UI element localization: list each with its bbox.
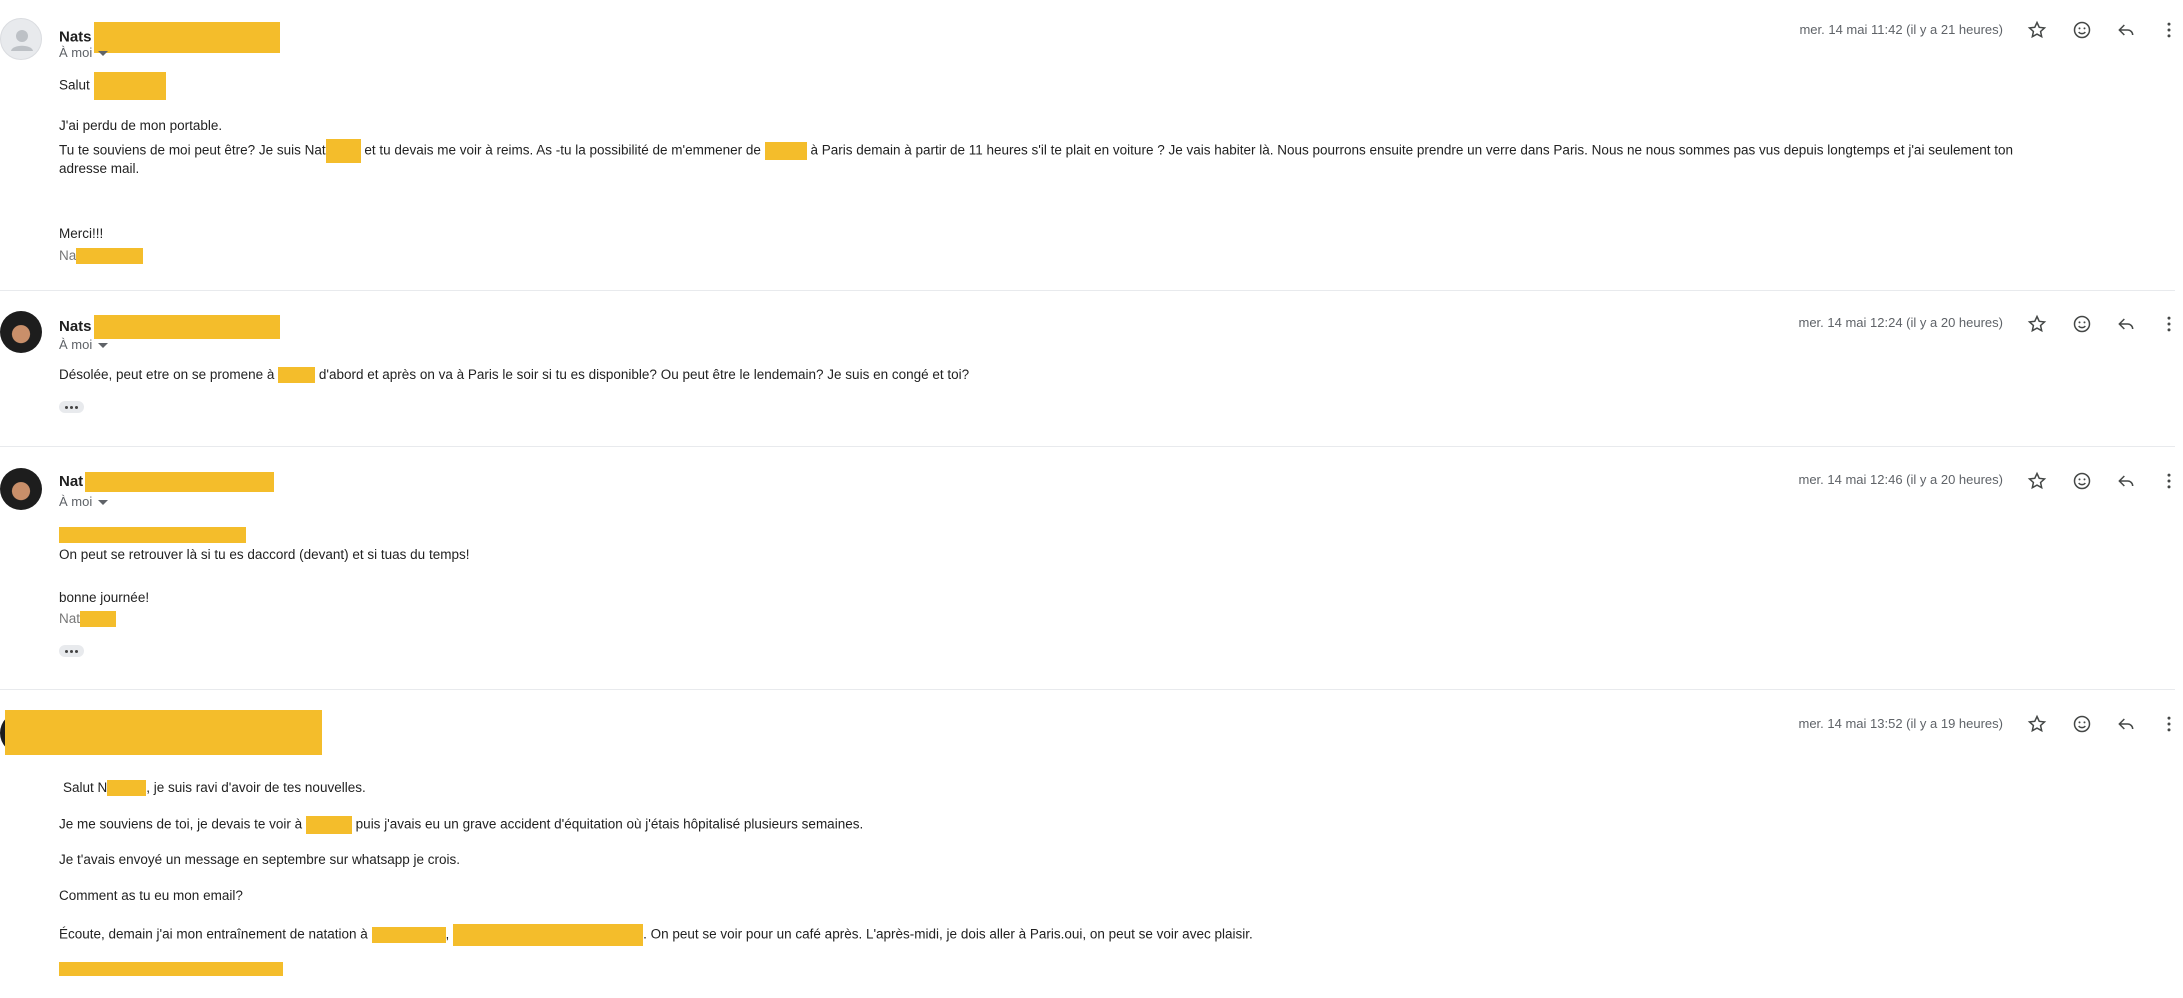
message-date[interactable]: mer. 14 mai 12:46 (il y a 20 heures) <box>1799 472 2004 487</box>
body-text: Je t'avais envoyé un message en septembr… <box>59 852 461 867</box>
message-date[interactable]: mer. 14 mai 13:52 (il y a 19 heures) <box>1799 716 2004 731</box>
reply-icon[interactable] <box>2114 18 2138 42</box>
redaction <box>453 924 644 946</box>
redaction <box>764 142 807 160</box>
body-text: bonne journée! <box>59 590 150 605</box>
redaction <box>5 710 322 755</box>
redaction <box>85 472 275 492</box>
thanks-line: Merci!!! <box>59 226 104 241</box>
show-trimmed-content-button[interactable] <box>59 645 84 657</box>
signature: Nat <box>59 611 117 628</box>
body-text: On peut se retrouver là si tu es daccord… <box>59 547 470 562</box>
recipient-dropdown[interactable]: À moi <box>59 45 109 60</box>
more-vert-icon[interactable] <box>2157 312 2181 336</box>
greeting-line: Salut <box>59 72 166 100</box>
chevron-down-icon <box>98 343 109 349</box>
show-trimmed-content-button[interactable] <box>59 401 84 413</box>
redaction <box>93 72 166 100</box>
star-icon[interactable] <box>2025 312 2049 336</box>
body-text: adresse mail. <box>59 161 140 176</box>
emoji-icon[interactable] <box>2070 312 2094 336</box>
redaction <box>59 527 246 543</box>
body-text: Comment as tu eu mon email? <box>59 888 243 903</box>
star-icon[interactable] <box>2025 712 2049 736</box>
redaction <box>93 315 280 339</box>
redaction <box>371 927 446 943</box>
redaction <box>80 611 117 628</box>
body-text: J'ai perdu de mon portable. <box>59 118 223 133</box>
avatar[interactable] <box>0 311 42 353</box>
person-icon <box>11 30 33 51</box>
message-date[interactable]: mer. 14 mai 11:42 (il y a 21 heures) <box>1799 22 2003 37</box>
recipient-dropdown[interactable]: À moi <box>59 494 109 509</box>
body-text: Je me souviens de toi, je devais te voir… <box>59 816 863 834</box>
star-icon[interactable] <box>2025 469 2049 493</box>
signature: Na <box>59 248 144 265</box>
emoji-icon[interactable] <box>2070 469 2094 493</box>
star-icon[interactable] <box>2025 18 2049 42</box>
redaction <box>278 367 316 384</box>
body-text: Salut N, je suis ravi d'avoir de tes nou… <box>63 780 366 797</box>
emoji-icon[interactable] <box>2070 18 2094 42</box>
redaction <box>93 22 280 53</box>
chevron-down-icon <box>98 51 109 57</box>
more-vert-icon[interactable] <box>2157 469 2181 493</box>
redaction <box>107 780 147 797</box>
more-vert-icon[interactable] <box>2157 18 2181 42</box>
sender-name[interactable]: Nats <box>59 315 280 339</box>
message-4: mer. 14 mai 13:52 (il y a 19 heures) Sal… <box>0 690 2183 998</box>
reply-icon[interactable] <box>2114 469 2138 493</box>
message-date[interactable]: mer. 14 mai 12:24 (il y a 20 heures) <box>1799 315 2004 330</box>
message-1: Nats À moi mer. 14 mai 11:42 (il y a 21 … <box>0 0 2183 290</box>
more-vert-icon[interactable] <box>2157 712 2181 736</box>
recipient-dropdown[interactable]: À moi <box>59 337 109 352</box>
sender-name[interactable]: Nat <box>59 472 275 492</box>
reply-icon[interactable] <box>2114 712 2138 736</box>
body-text: Désolée, peut etre on se promene à d'abo… <box>59 367 970 384</box>
reply-icon[interactable] <box>2114 312 2138 336</box>
avatar[interactable] <box>0 18 42 60</box>
message-2: Nats À moi mer. 14 mai 12:24 (il y a 20 … <box>0 291 2183 446</box>
message-3: Nat À moi mer. 14 mai 12:46 (il y a 20 h… <box>0 447 2183 689</box>
body-text: Tu te souviens de moi peut être? Je suis… <box>59 139 2013 163</box>
emoji-icon[interactable] <box>2070 712 2094 736</box>
redaction <box>76 248 144 265</box>
chevron-down-icon <box>98 500 109 506</box>
redaction <box>305 816 352 834</box>
redaction <box>325 139 361 163</box>
body-text: Écoute, demain j'ai mon entraînement de … <box>59 924 1253 946</box>
avatar[interactable] <box>0 468 42 510</box>
redaction <box>59 962 283 976</box>
